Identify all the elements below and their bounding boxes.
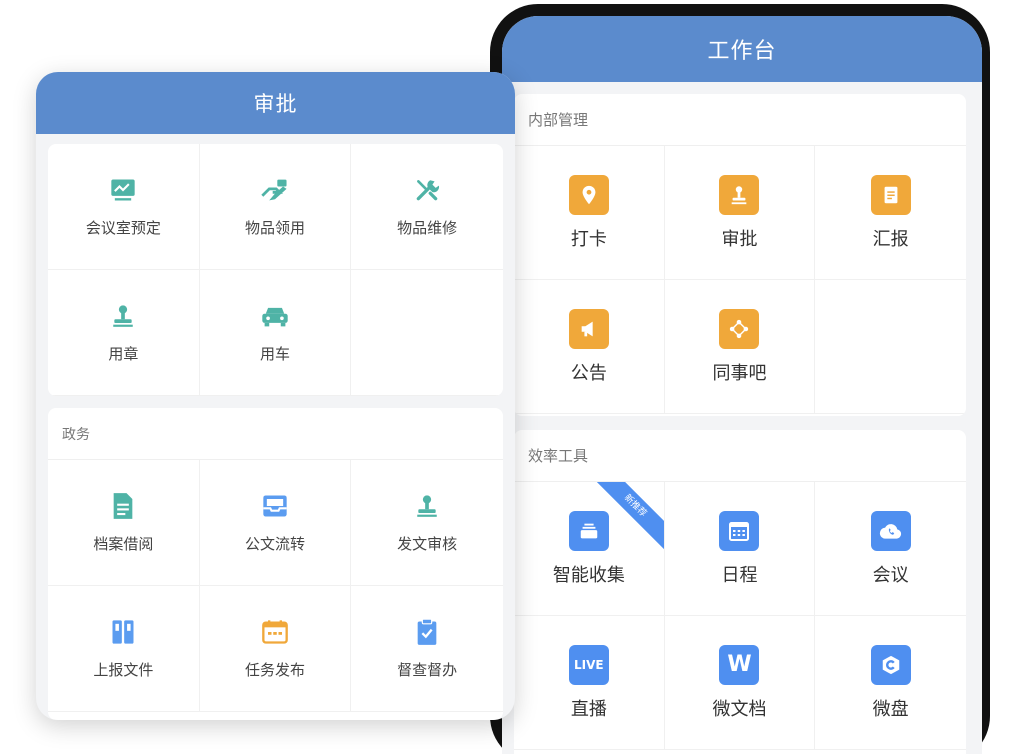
hand-receive-icon	[260, 175, 290, 205]
app-smart-collect[interactable]: 新推荐 智能收集	[514, 482, 665, 616]
internal-management-card: 内部管理 打卡 审批 汇报 公告 同事吧	[514, 94, 966, 416]
empty-cell	[815, 280, 966, 414]
app-document-flow[interactable]: 公文流转	[199, 460, 352, 586]
ribbon-text: 新推荐	[593, 482, 664, 552]
app-live[interactable]: LIVE 直播	[514, 616, 665, 750]
app-label: 公文流转	[244, 535, 305, 553]
app-use-seal[interactable]: 用章	[48, 270, 200, 396]
app-archive-borrow[interactable]: 档案借阅	[48, 460, 200, 586]
calendar-icon	[719, 510, 760, 551]
app-label: 上报文件	[93, 661, 154, 679]
app-item-repair[interactable]: 物品维修	[351, 144, 503, 270]
app-label: 智能收集	[552, 564, 625, 586]
app-task-publish[interactable]: 任务发布	[199, 586, 352, 712]
app-label: 用车	[259, 345, 290, 363]
section-title-government: 政务	[48, 408, 503, 460]
megaphone-icon	[568, 308, 609, 349]
report-document-icon	[870, 174, 911, 215]
location-pin-icon	[568, 174, 609, 215]
app-label: 会议室预定	[85, 219, 161, 237]
calendar-task-icon	[260, 617, 290, 647]
clipboard-check-icon	[412, 617, 442, 647]
app-colleagues[interactable]: 同事吧	[664, 280, 816, 414]
inbox-tray-icon	[260, 491, 290, 521]
app-checkin[interactable]: 打卡	[514, 146, 665, 280]
app-dispatch-review[interactable]: 发文审核	[351, 460, 503, 586]
word-icon-text: W	[727, 652, 752, 677]
app-label: 打卡	[570, 228, 607, 250]
app-label: 档案借阅	[93, 535, 154, 553]
empty-cell	[351, 270, 503, 396]
government-affairs-card: 政务 档案借阅 公文流转 发文审核 上报文件 任务发布 督查督办	[48, 408, 503, 720]
app-label: 审批	[721, 228, 758, 250]
app-label: 微文档	[712, 698, 767, 720]
approval-general-card: 会议室预定 物品领用 物品维修 用章 用车	[48, 144, 503, 396]
app-label: 物品领用	[244, 219, 305, 237]
app-approval[interactable]: 审批	[664, 146, 816, 280]
app-use-car[interactable]: 用车	[199, 270, 352, 396]
car-icon	[260, 301, 290, 331]
workbench-title: 工作台	[502, 16, 982, 82]
stamp-icon	[412, 491, 442, 521]
live-icon-text: LIVE	[574, 657, 604, 672]
app-item-requisition[interactable]: 物品领用	[199, 144, 352, 270]
app-meeting[interactable]: 会议	[815, 482, 966, 616]
app-label: 公告	[570, 362, 607, 384]
network-icon	[719, 308, 760, 349]
approval-panel: 审批 会议室预定 物品领用 物品维修 用章 用车 政务 档案借阅 公文流转 发文…	[36, 72, 515, 720]
stamp-icon	[719, 174, 760, 215]
app-weidoc[interactable]: W 微文档	[664, 616, 816, 750]
app-label: 发文审核	[397, 535, 458, 553]
app-label: 任务发布	[244, 661, 305, 679]
app-announcement[interactable]: 公告	[514, 280, 665, 414]
binders-icon	[108, 617, 138, 647]
cloud-phone-icon	[870, 510, 911, 551]
stamp-icon	[108, 301, 138, 331]
live-icon: LIVE	[568, 644, 609, 685]
word-document-icon: W	[719, 644, 760, 685]
app-label: 会议	[872, 564, 909, 586]
app-label: 直播	[570, 698, 607, 720]
app-label: 物品维修	[397, 219, 458, 237]
app-label: 同事吧	[712, 362, 767, 384]
recommend-ribbon: 新推荐	[593, 482, 664, 552]
app-label: 日程	[721, 564, 758, 586]
tools-icon	[412, 175, 442, 205]
workbench-screen: 工作台 内部管理 打卡 审批 汇报 公告 同事吧 效率工具 新推荐 智能收集 日…	[502, 16, 982, 754]
app-weipan[interactable]: 微盘	[815, 616, 966, 750]
efficiency-tools-card: 效率工具 新推荐 智能收集 日程 会议 LIVE 直播 W 微文档 微盘	[514, 430, 966, 754]
cloud-drive-icon	[870, 644, 911, 685]
app-label: 汇报	[872, 228, 909, 250]
app-label: 督查督办	[397, 661, 458, 679]
file-document-icon	[108, 491, 138, 521]
app-schedule[interactable]: 日程	[664, 482, 816, 616]
approval-title: 审批	[36, 72, 515, 134]
section-title-efficiency: 效率工具	[514, 430, 966, 482]
app-label: 用章	[108, 345, 139, 363]
app-label: 微盘	[872, 698, 909, 720]
presentation-board-icon	[108, 175, 138, 205]
app-meeting-room-booking[interactable]: 会议室预定	[48, 144, 200, 270]
app-report[interactable]: 汇报	[815, 146, 966, 280]
app-supervision[interactable]: 督查督办	[351, 586, 503, 712]
app-submit-report[interactable]: 上报文件	[48, 586, 200, 712]
section-title-internal: 内部管理	[514, 94, 966, 146]
